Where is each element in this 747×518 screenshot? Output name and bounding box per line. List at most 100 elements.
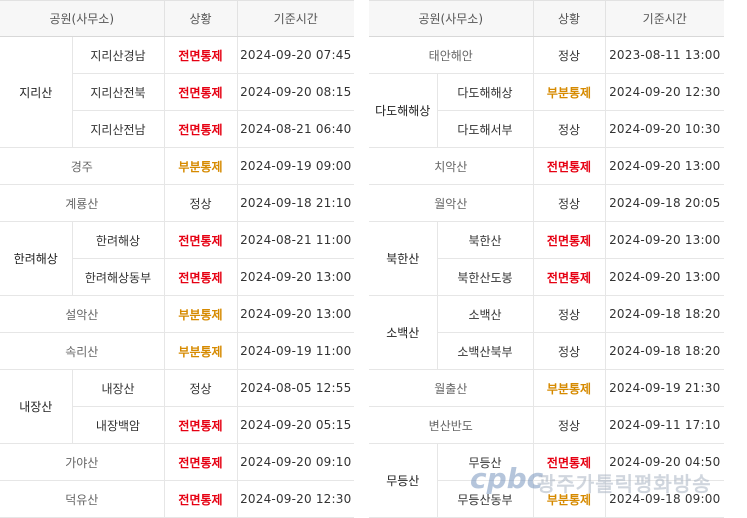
timestamp: 2024-09-18 18:20	[605, 332, 724, 370]
time-header: 기준시간	[237, 0, 354, 37]
park-name: 다도해해상	[369, 73, 438, 148]
status-badge: 정상	[533, 110, 606, 148]
table-row: 월악산 정상 2024-09-18 20:05	[369, 184, 724, 222]
office-name: 내장백암	[72, 406, 165, 444]
table-row: 소백산 소백산 정상 2024-09-18 18:20	[369, 295, 724, 370]
office-name: 북한산도봉	[437, 258, 534, 296]
status-badge: 정상	[533, 295, 606, 333]
status-badge: 부분통제	[533, 369, 606, 407]
park-header: 공원(사무소)	[369, 0, 534, 37]
status-badge: 정상	[164, 184, 238, 222]
table-row: 태안해안 정상 2023-08-11 13:00	[369, 36, 724, 74]
timestamp: 2024-09-20 12:30	[605, 73, 724, 111]
status-badge: 정상	[533, 406, 606, 444]
park-name: 가야산	[0, 443, 165, 481]
office-name: 다도해해상	[437, 73, 534, 111]
park-name: 변산반도	[369, 406, 534, 444]
table-row: 덕유산 전면통제 2024-09-20 12:30	[0, 480, 354, 518]
timestamp: 2024-09-20 13:00	[237, 295, 354, 333]
table-row: 지리산 지리산경남 전면통제 2024-09-20 07:45	[0, 36, 354, 148]
timestamp: 2024-09-19 09:00	[237, 147, 354, 185]
office-name: 소백산북부	[437, 332, 534, 370]
status-badge: 부분통제	[533, 73, 606, 111]
timestamp: 2024-09-18 20:05	[605, 184, 724, 222]
office-name: 지리산경남	[72, 36, 165, 74]
status-badge: 전면통제	[533, 147, 606, 185]
timestamp: 2024-09-20 10:30	[605, 110, 724, 148]
park-name: 무등산	[369, 443, 438, 518]
timestamp: 2024-09-20 13:00	[605, 258, 724, 296]
status-badge: 전면통제	[164, 258, 238, 296]
status-badge: 부분통제	[164, 332, 238, 370]
table-row: 내장산 내장산 정상 2024-08-05 12:55	[0, 369, 354, 444]
park-name: 월악산	[369, 184, 534, 222]
status-badge: 전면통제	[533, 221, 606, 259]
park-name: 지리산	[0, 36, 73, 148]
park-name: 덕유산	[0, 480, 165, 518]
office-name: 내장산	[72, 369, 165, 407]
office-name: 한려해상동부	[72, 258, 165, 296]
status-badge: 전면통제	[164, 221, 238, 259]
park-name: 북한산	[369, 221, 438, 296]
left-status-table: 공원(사무소) 상황 기준시간 지리산 지리산경남 전면통제 2024-09-20 0…	[0, 0, 354, 518]
timestamp: 2024-09-20 08:15	[237, 73, 354, 111]
park-name: 내장산	[0, 369, 73, 444]
timestamp: 2024-09-20 05:15	[237, 406, 354, 444]
table-row: 설악산 부분통제 2024-09-20 13:00	[0, 295, 354, 333]
right-status-table: 공원(사무소) 상황 기준시간 태안해안 정상 2023-08-11 13:00 다도…	[369, 0, 724, 518]
park-name: 월출산	[369, 369, 534, 407]
cpbc-logo: cpbc	[470, 462, 544, 495]
timestamp: 2024-08-05 12:55	[237, 369, 354, 407]
timestamp: 2024-09-19 21:30	[605, 369, 724, 407]
status-badge: 전면통제	[164, 406, 238, 444]
status-badge: 정상	[164, 369, 238, 407]
park-name: 설악산	[0, 295, 165, 333]
park-name: 소백산	[369, 295, 438, 370]
table-row: 다도해해상 다도해해상 부분통제 2024-09-20 12:30	[369, 73, 724, 148]
park-name: 치악산	[369, 147, 534, 185]
table-row: 월출산 부분통제 2024-09-19 21:30	[369, 369, 724, 407]
timestamp: 2024-09-11 17:10	[605, 406, 724, 444]
table-row: 속리산 부분통제 2024-09-19 11:00	[0, 332, 354, 370]
park-name: 경주	[0, 147, 165, 185]
table-header-row: 공원(사무소) 상황 기준시간	[0, 0, 354, 37]
status-badge: 전면통제	[164, 480, 238, 518]
status-badge: 전면통제	[164, 73, 238, 111]
park-name: 태안해안	[369, 36, 534, 74]
office-name: 소백산	[437, 295, 534, 333]
table-row: 계룡산 정상 2024-09-18 21:10	[0, 184, 354, 222]
table-row: 치악산 전면통제 2024-09-20 13:00	[369, 147, 724, 185]
status-badge: 정상	[533, 332, 606, 370]
table-row: 한려해상 한려해상 전면통제 2024-08-21 11:00	[0, 221, 354, 296]
table-header-row: 공원(사무소) 상황 기준시간	[369, 0, 724, 37]
timestamp: 2024-09-20 09:10	[237, 443, 354, 481]
timestamp: 2024-09-20 07:45	[237, 36, 354, 74]
status-badge: 전면통제	[164, 36, 238, 74]
broadcaster-watermark: cpbc 광주가톨릭평화방송	[470, 462, 747, 502]
table-row: 북한산 북한산 전면통제 2024-09-20 13:00	[369, 221, 724, 296]
table-row: 가야산 전면통제 2024-09-20 09:10	[0, 443, 354, 481]
status-header: 상황	[533, 0, 606, 37]
status-badge: 정상	[533, 36, 606, 74]
park-name: 한려해상	[0, 221, 73, 296]
timestamp: 2024-09-20 13:00	[237, 258, 354, 296]
office-name: 북한산	[437, 221, 534, 259]
status-badge: 부분통제	[164, 295, 238, 333]
status-badge: 부분통제	[164, 147, 238, 185]
table-row: 경주 부분통제 2024-09-19 09:00	[0, 147, 354, 185]
park-name: 속리산	[0, 332, 165, 370]
office-name: 지리산전북	[72, 73, 165, 111]
watermark-text: 광주가톨릭평화방송	[537, 472, 712, 496]
table-row: 변산반도 정상 2024-09-11 17:10	[369, 406, 724, 444]
timestamp: 2024-09-20 13:00	[605, 221, 724, 259]
timestamp: 2024-09-20 12:30	[237, 480, 354, 518]
timestamp: 2024-09-19 11:00	[237, 332, 354, 370]
status-badge: 정상	[533, 184, 606, 222]
status-badge: 전면통제	[164, 443, 238, 481]
park-header: 공원(사무소)	[0, 0, 165, 37]
timestamp: 2024-09-20 13:00	[605, 147, 724, 185]
timestamp: 2024-08-21 11:00	[237, 221, 354, 259]
timestamp: 2024-09-18 18:20	[605, 295, 724, 333]
status-badge: 전면통제	[164, 110, 238, 148]
status-header: 상황	[164, 0, 238, 37]
